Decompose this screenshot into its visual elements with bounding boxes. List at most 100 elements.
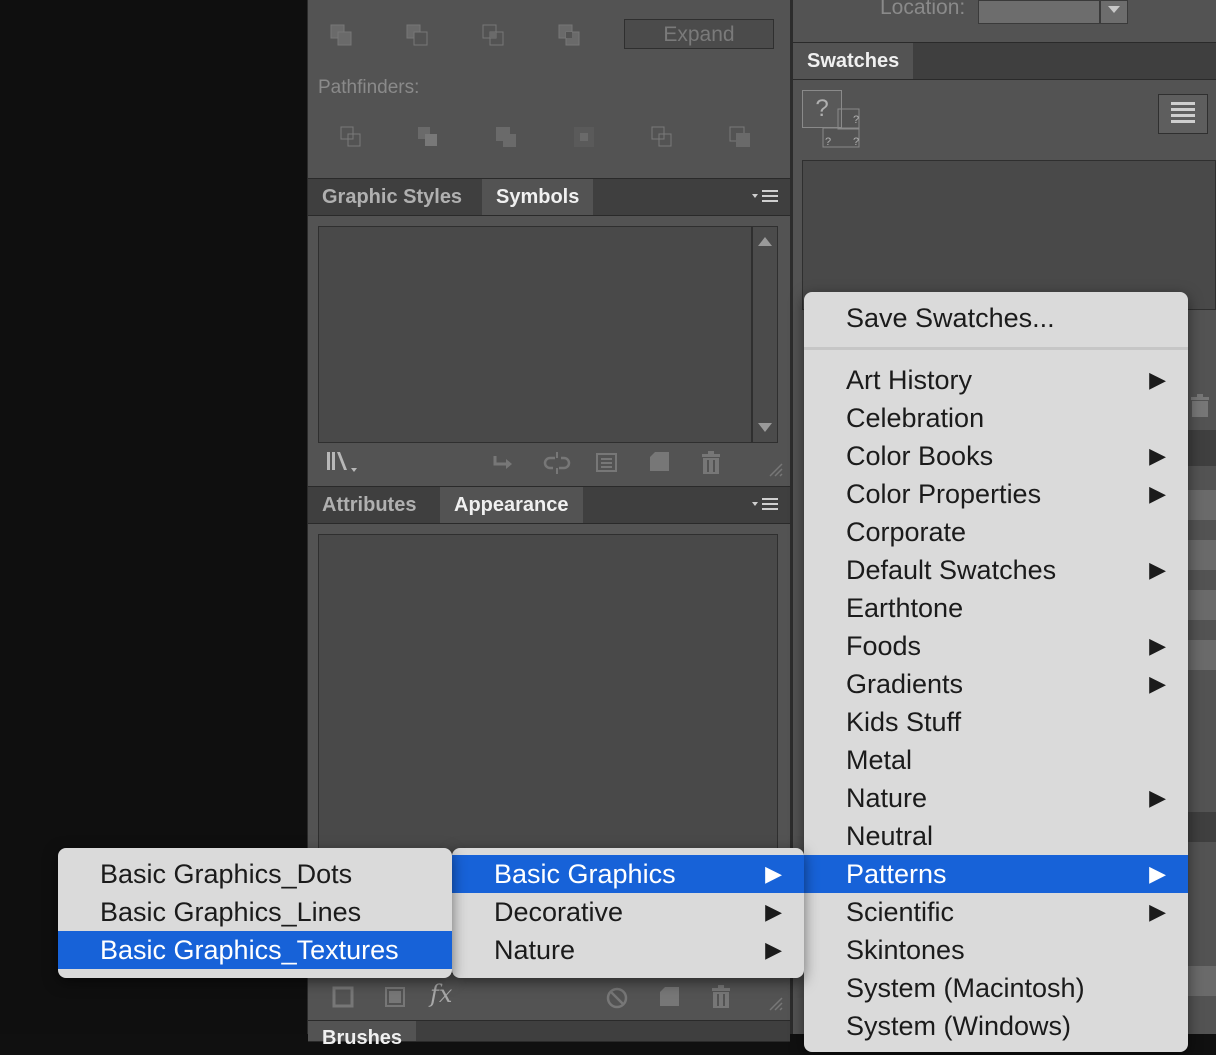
submenu-arrow-icon: ▶ xyxy=(1149,671,1166,696)
minus-front-icon[interactable] xyxy=(406,24,428,46)
collapsed-panel-field[interactable] xyxy=(1188,490,1216,520)
location-dropdown[interactable] xyxy=(1100,0,1128,24)
menu-item-foods[interactable]: Foods ▶ xyxy=(804,627,1188,665)
panel-menu-icon[interactable] xyxy=(752,187,782,207)
list-view-icon[interactable] xyxy=(1158,94,1208,134)
menu-item-color-books[interactable]: Color Books ▶ xyxy=(804,437,1188,475)
intersect-icon[interactable] xyxy=(482,24,504,46)
trim-icon[interactable] xyxy=(417,126,439,148)
menu-item-label: Skintones xyxy=(846,935,965,965)
menu-item-label: Earthtone xyxy=(846,593,964,623)
appearance-tabbar: Attributes Appearance xyxy=(308,486,790,524)
merge-icon[interactable] xyxy=(495,126,517,148)
tab-attributes[interactable]: Attributes xyxy=(308,487,430,523)
submenu-arrow-icon: ▶ xyxy=(1149,861,1166,886)
delete-item-icon[interactable] xyxy=(709,985,733,1014)
menu-item-label: Celebration xyxy=(846,403,985,433)
menu-item-nature[interactable]: Nature ▶ xyxy=(452,931,804,969)
menu-item-label: Art History xyxy=(846,365,973,395)
menu-item-basic-graphics-dots[interactable]: Basic Graphics_Dots xyxy=(58,855,452,893)
save-swatches-item[interactable]: Save Swatches... xyxy=(804,299,1188,337)
menu-item-label: Patterns xyxy=(846,859,947,889)
menu-item-color-properties[interactable]: Color Properties ▶ xyxy=(804,475,1188,513)
menu-item-metal[interactable]: Metal xyxy=(804,741,1188,779)
svg-text:?: ? xyxy=(853,136,859,148)
swatches-tabbar: Swatches xyxy=(793,42,1216,80)
collapsed-panel-tab[interactable] xyxy=(1188,430,1216,466)
tab-symbols[interactable]: Symbols xyxy=(482,179,594,215)
exclude-icon[interactable] xyxy=(558,24,580,46)
menu-item-basic-graphics-lines[interactable]: Basic Graphics_Lines xyxy=(58,893,452,931)
menu-item-default-swatches[interactable]: Default Swatches ▶ xyxy=(804,551,1188,589)
menu-item-label: Basic Graphics_Textures xyxy=(100,935,399,965)
unite-icon[interactable] xyxy=(330,24,352,46)
new-symbol-icon[interactable] xyxy=(649,451,671,478)
place-symbol-icon[interactable] xyxy=(492,452,514,479)
menu-item-scientific[interactable]: Scientific ▶ xyxy=(804,893,1188,931)
submenu-arrow-icon: ▶ xyxy=(1149,443,1166,468)
menu-item-nature[interactable]: Nature ▶ xyxy=(804,779,1188,817)
swatches-list[interactable] xyxy=(802,160,1216,310)
divide-icon[interactable] xyxy=(340,126,362,148)
menu-item-label: Foods xyxy=(846,631,922,661)
menu-item-decorative[interactable]: Decorative ▶ xyxy=(452,893,804,931)
menu-item-earthtone[interactable]: Earthtone xyxy=(804,589,1188,627)
menu-item-label: Gradients xyxy=(846,669,964,699)
collapsed-panel-field[interactable] xyxy=(1188,966,1216,996)
menu-item-label: Nature xyxy=(494,935,576,965)
tab-swatches[interactable]: Swatches xyxy=(793,43,914,79)
minus-back-icon[interactable] xyxy=(729,126,751,148)
menu-item-label: Decorative xyxy=(494,897,624,927)
menu-item-gradients[interactable]: Gradients ▶ xyxy=(804,665,1188,703)
submenu-arrow-icon: ▶ xyxy=(1149,633,1166,658)
patterns-submenu: Basic Graphics ▶ Decorative ▶ Nature ▶ xyxy=(452,848,804,978)
location-field[interactable] xyxy=(978,0,1100,24)
menu-item-label: System (Macintosh) xyxy=(846,973,1085,1003)
scroll-down-icon[interactable] xyxy=(758,423,772,432)
collapsed-panel-tab[interactable] xyxy=(1188,812,1216,842)
collapsed-panel-field[interactable] xyxy=(1188,540,1216,570)
symbol-library-icon[interactable] xyxy=(325,450,363,481)
menu-item-art-history[interactable]: Art History ▶ xyxy=(804,361,1188,399)
menu-item-label: Nature xyxy=(846,783,928,813)
crop-icon[interactable] xyxy=(573,126,595,148)
duplicate-item-icon[interactable] xyxy=(659,986,681,1013)
menu-item-patterns[interactable]: Patterns ▶ xyxy=(804,855,1188,893)
clear-appearance-icon[interactable] xyxy=(605,986,629,1015)
fx-icon[interactable]: fx xyxy=(430,980,452,1008)
submenu-arrow-icon: ▶ xyxy=(765,899,782,924)
resize-grip-icon[interactable] xyxy=(766,994,784,1017)
outline-icon[interactable] xyxy=(651,126,673,148)
location-label: Location: xyxy=(880,0,966,19)
new-stroke-icon[interactable] xyxy=(332,986,354,1013)
symbols-scrollbar[interactable] xyxy=(752,226,778,443)
symbols-list[interactable] xyxy=(318,226,752,443)
svg-text:?: ? xyxy=(853,114,859,126)
scroll-up-icon[interactable] xyxy=(758,237,772,246)
menu-item-basic-graphics-textures[interactable]: Basic Graphics_Textures xyxy=(58,931,452,969)
menu-item-neutral[interactable]: Neutral xyxy=(804,817,1188,855)
break-link-icon[interactable] xyxy=(541,450,573,481)
menu-item-label: Color Books xyxy=(846,441,994,471)
collapsed-panel-field[interactable] xyxy=(1188,590,1216,620)
resize-grip-icon[interactable] xyxy=(766,460,784,483)
menu-item-basic-graphics[interactable]: Basic Graphics ▶ xyxy=(452,855,804,893)
collapsed-panel-field[interactable] xyxy=(1188,640,1216,670)
menu-item-skintones[interactable]: Skintones xyxy=(804,931,1188,969)
panel-menu-icon[interactable] xyxy=(752,495,782,515)
menu-item-celebration[interactable]: Celebration xyxy=(804,399,1188,437)
delete-swatch-icon[interactable] xyxy=(1188,394,1212,423)
expand-button[interactable]: Expand xyxy=(624,19,774,49)
menu-item-kids-stuff[interactable]: Kids Stuff xyxy=(804,703,1188,741)
swatch-library-menu: Save Swatches... Art History ▶ Celebration… xyxy=(804,292,1188,1052)
menu-item-system-windows[interactable]: System (Windows) xyxy=(804,1007,1188,1045)
tab-appearance[interactable]: Appearance xyxy=(440,487,583,523)
menu-item-corporate[interactable]: Corporate xyxy=(804,513,1188,551)
tab-graphic-styles[interactable]: Graphic Styles xyxy=(308,179,476,215)
tab-brushes[interactable]: Brushes xyxy=(308,1021,417,1049)
new-fill-icon[interactable] xyxy=(384,986,406,1013)
delete-symbol-icon[interactable] xyxy=(699,451,723,480)
symbol-options-icon[interactable] xyxy=(596,452,618,479)
menu-item-label: Neutral xyxy=(846,821,934,851)
menu-item-system-macintosh[interactable]: System (Macintosh) xyxy=(804,969,1188,1007)
